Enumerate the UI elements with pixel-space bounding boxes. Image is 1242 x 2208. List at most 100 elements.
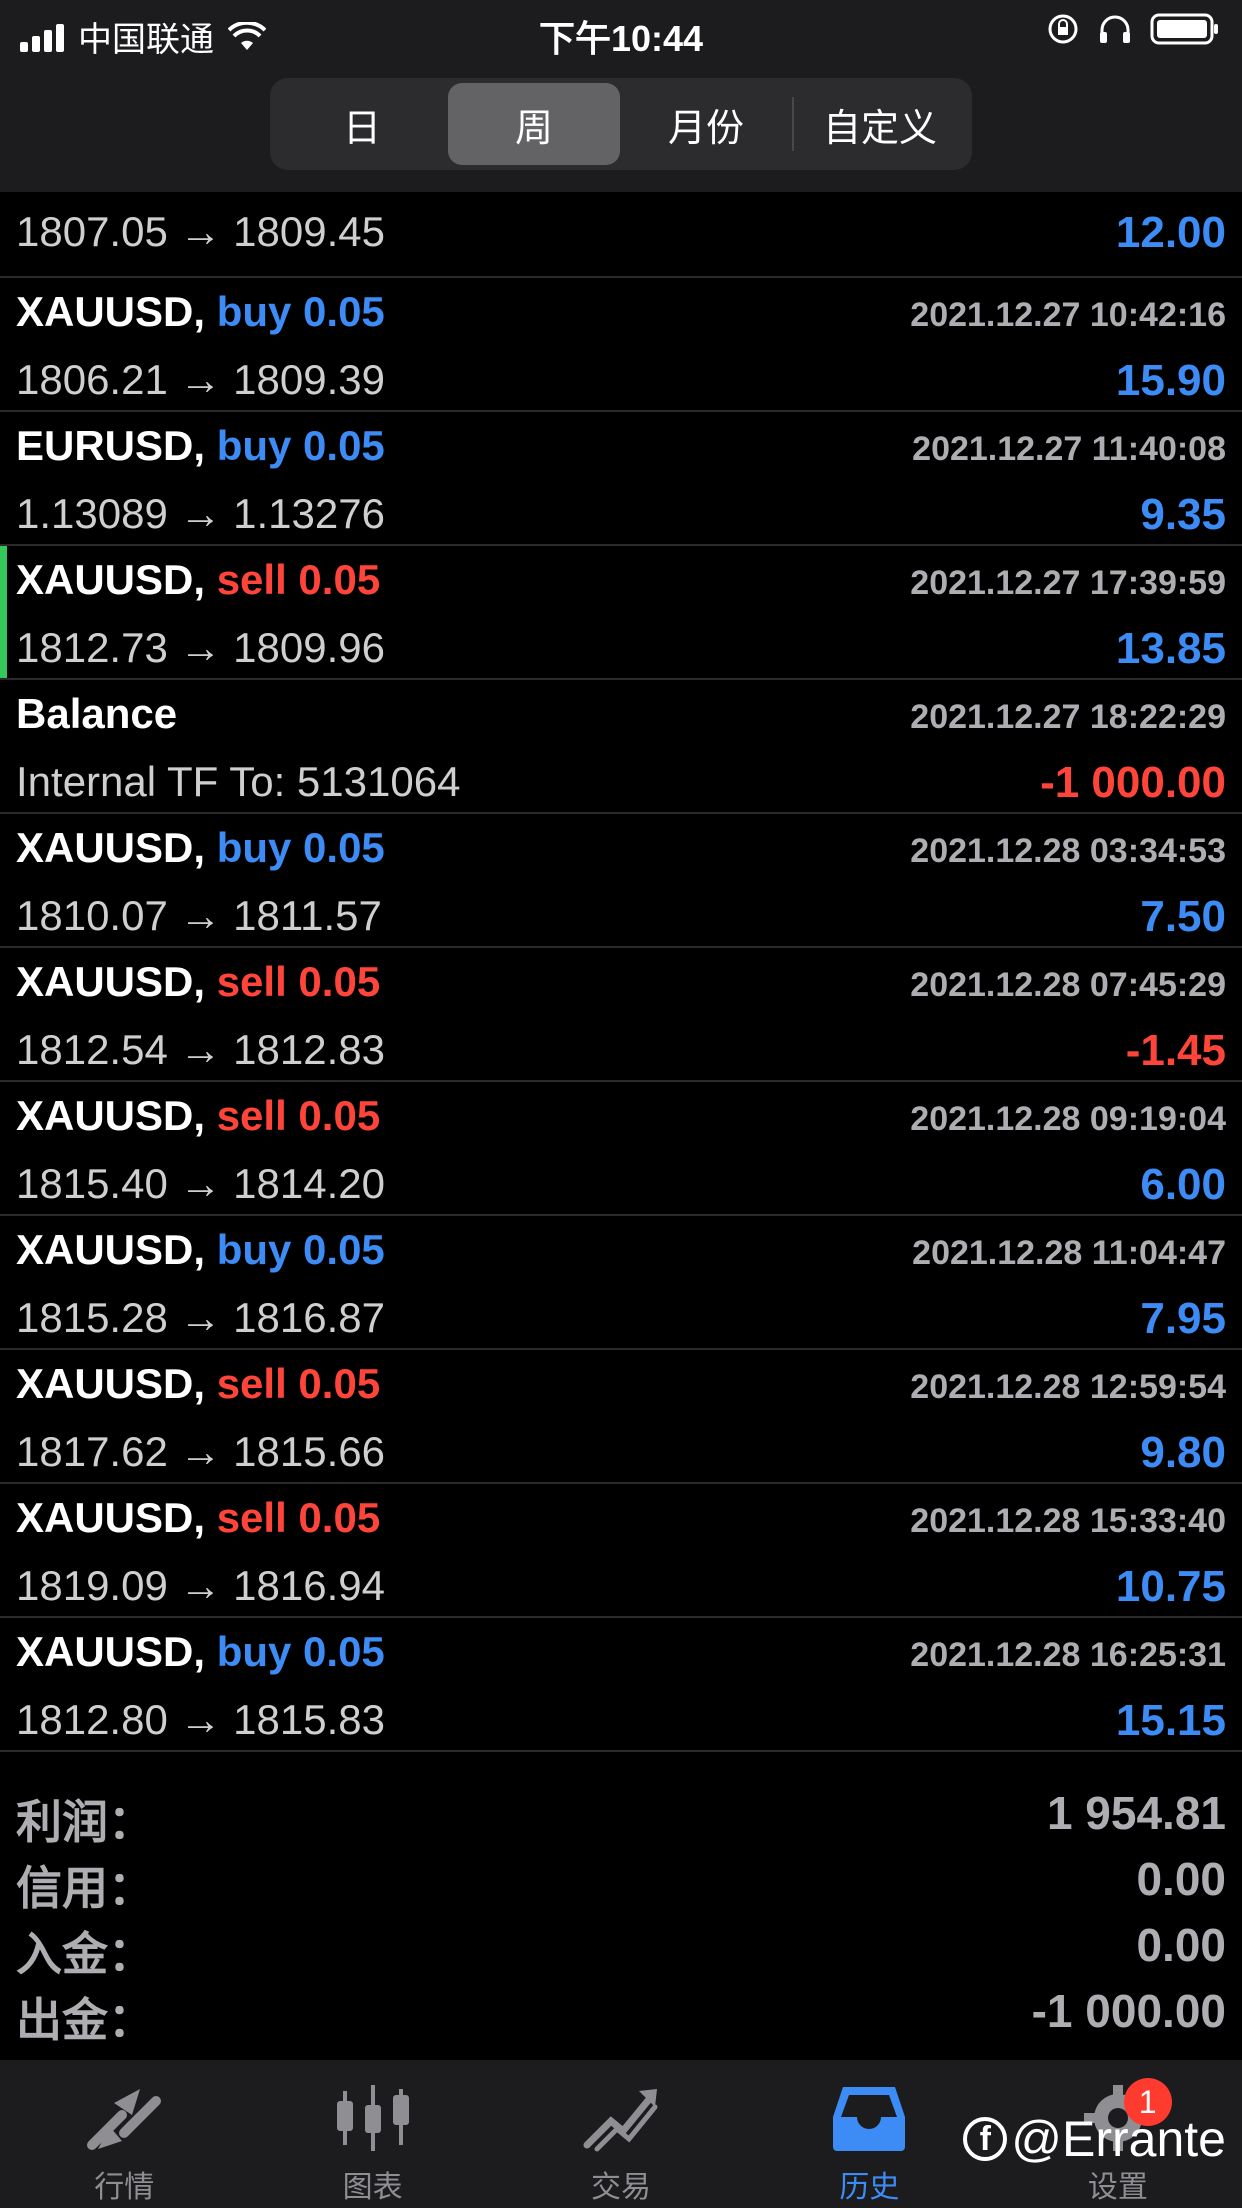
history-header: 日 周 月份 自定义	[0, 62, 1242, 192]
balance-row[interactable]: Balance 2021.12.27 18:22:29 Internal TF …	[0, 680, 1242, 814]
deal-profit: 9.35	[1140, 490, 1226, 539]
quotes-icon	[79, 2078, 169, 2158]
segment-month[interactable]: 月份	[620, 83, 792, 165]
deal-prices: 1810.07 → 1811.57	[16, 892, 382, 939]
deal-time: 2021.12.28 03:34:53	[910, 832, 1226, 870]
tab-label: 交易	[591, 2171, 652, 2204]
candlestick-chart-icon	[328, 2078, 418, 2158]
deal-symbol: XAUUSD,	[16, 1494, 206, 1541]
deal-side-volume: sell 0.05	[216, 1092, 381, 1139]
deal-profit: 7.50	[1140, 892, 1226, 941]
tab-charts[interactable]: 图表	[248, 2060, 496, 2208]
trade-icon	[576, 2078, 666, 2158]
watermark-text: @Errante	[1011, 2111, 1226, 2167]
deal-time: 2021.12.28 09:19:04	[910, 1100, 1226, 1138]
summary-withdrawal: 出金： -1 000.00	[0, 1978, 1242, 2046]
battery-icon	[1150, 13, 1218, 45]
deal-prices: 1812.73 → 1809.96	[16, 624, 385, 671]
summary-profit: 利润： 1 954.81	[0, 1780, 1242, 1848]
deal-symbol: XAUUSD,	[16, 288, 206, 335]
deal-row[interactable]: 1807.05 → 1809.45 12.00	[0, 192, 1242, 278]
deal-side-volume: buy 0.05	[216, 1628, 385, 1675]
deal-symbol: XAUUSD,	[16, 556, 206, 603]
deal-time: 2021.12.27 11:40:08	[912, 430, 1226, 468]
deal-profit: 13.85	[1115, 624, 1226, 673]
tab-history[interactable]: 历史	[745, 2060, 993, 2208]
deal-row[interactable]: XAUUSD, buy 0.05 2021.12.28 03:34:53 181…	[0, 814, 1242, 948]
deal-time: 2021.12.28 15:33:40	[910, 1502, 1226, 1540]
deal-symbol: XAUUSD,	[16, 958, 206, 1005]
deal-symbol: XAUUSD,	[16, 1360, 206, 1407]
deal-prices: 1807.05 → 1809.45	[16, 208, 385, 255]
deal-side-volume: buy 0.05	[216, 422, 385, 469]
segment-day[interactable]: 日	[276, 83, 448, 165]
deal-side-volume: sell 0.05	[216, 958, 381, 1005]
segment-custom[interactable]: 自定义	[794, 83, 966, 165]
tab-trade[interactable]: 交易	[497, 2060, 745, 2208]
deal-symbol: EURUSD,	[16, 422, 206, 469]
summary-label: 出金：	[16, 1994, 154, 2046]
deal-side-volume: buy 0.05	[216, 1226, 385, 1273]
deal-row[interactable]: XAUUSD, sell 0.05 2021.12.28 07:45:29 18…	[0, 948, 1242, 1082]
deal-row[interactable]: XAUUSD, sell 0.05 2021.12.28 09:19:04 18…	[0, 1082, 1242, 1216]
tab-label: 行情	[94, 2171, 155, 2204]
tab-label: 历史	[839, 2171, 900, 2204]
tab-label: 设置	[1087, 2171, 1148, 2204]
summary-value: -1 000.00	[1031, 1985, 1226, 2037]
tab-label: 图表	[342, 2171, 403, 2204]
deal-symbol: XAUUSD,	[16, 1226, 206, 1273]
deal-row[interactable]: XAUUSD, sell 0.05 2021.12.27 17:39:59 18…	[0, 546, 1242, 680]
deal-time: 2021.12.28 07:45:29	[910, 966, 1226, 1004]
deal-symbol: XAUUSD,	[16, 1092, 206, 1139]
deal-time: 2021.12.27 10:42:16	[910, 296, 1226, 334]
watermark: f @Errante	[963, 2110, 1226, 2168]
headphones-icon	[1100, 15, 1130, 43]
deal-prices: 1815.40 → 1814.20	[16, 1160, 385, 1207]
deal-time: 2021.12.27 17:39:59	[910, 564, 1226, 602]
summary-label: 利润：	[16, 1796, 154, 1848]
deal-prices: 1815.28 → 1816.87	[16, 1294, 385, 1341]
deal-prices: 1806.21 → 1809.39	[16, 356, 385, 403]
segment-week[interactable]: 周	[448, 83, 620, 165]
deal-symbol: XAUUSD,	[16, 824, 206, 871]
summary-value: 1 954.81	[1046, 1787, 1226, 1839]
deal-profit: 9.80	[1140, 1428, 1226, 1477]
deal-row[interactable]: XAUUSD, sell 0.05 2021.12.28 15:33:40 18…	[0, 1484, 1242, 1618]
deal-row[interactable]: XAUUSD, buy 0.05 2021.12.28 16:25:31 181…	[0, 1618, 1242, 1752]
deal-row[interactable]: XAUUSD, buy 0.05 2021.12.27 10:42:16 180…	[0, 278, 1242, 412]
tab-quotes[interactable]: 行情	[0, 2060, 248, 2208]
status-bar: 中国联通 下午10:44	[0, 0, 1242, 62]
deal-profit: 6.00	[1140, 1160, 1226, 1209]
history-summary: 利润： 1 954.81 信用： 0.00 入金： 0.00 出金： -1 00…	[0, 1780, 1242, 2060]
deal-profit: 7.95	[1140, 1294, 1226, 1343]
facebook-icon: f	[963, 2117, 1008, 2161]
deal-prices: 1817.62 → 1815.66	[16, 1428, 385, 1475]
deal-row[interactable]: EURUSD, buy 0.05 2021.12.27 11:40:08 1.1…	[0, 412, 1242, 546]
deal-side-volume: sell 0.05	[216, 1360, 381, 1407]
summary-label: 入金：	[16, 1928, 154, 1980]
summary-deposit: 入金： 0.00	[0, 1912, 1242, 1980]
deal-prices: 1819.09 → 1816.94	[16, 1562, 385, 1609]
deal-symbol: Balance	[16, 690, 178, 737]
deal-symbol: XAUUSD,	[16, 1628, 206, 1675]
summary-value: 0.00	[1136, 1853, 1226, 1905]
deal-prices: 1812.80 → 1815.83	[16, 1696, 385, 1743]
deals-list: 1807.05 → 1809.45 12.00 XAUUSD, buy 0.05…	[0, 192, 1242, 1752]
deal-time: 2021.12.27 18:22:29	[910, 698, 1226, 736]
deal-profit: 12.00	[1115, 208, 1226, 257]
period-segmented-control: 日 周 月份 自定义	[270, 78, 972, 170]
deal-side-volume: sell 0.05	[216, 1494, 381, 1541]
summary-label: 信用：	[16, 1862, 154, 1914]
deal-side-volume: buy 0.05	[216, 288, 385, 335]
summary-credit: 信用： 0.00	[0, 1846, 1242, 1914]
deal-prices: 1812.54 → 1812.83	[16, 1026, 385, 1073]
summary-value: 0.00	[1136, 1919, 1226, 1971]
rotation-lock-icon	[1048, 14, 1078, 44]
deal-profit: -1 000.00	[1040, 758, 1226, 807]
deal-profit: -1.45	[1125, 1026, 1226, 1075]
deal-time: 2021.12.28 11:04:47	[912, 1234, 1226, 1272]
deal-profit: 15.15	[1115, 1696, 1226, 1745]
deal-row[interactable]: XAUUSD, sell 0.05 2021.12.28 12:59:54 18…	[0, 1350, 1242, 1484]
deal-side-volume: sell 0.05	[216, 556, 381, 603]
deal-row[interactable]: XAUUSD, buy 0.05 2021.12.28 11:04:47 181…	[0, 1216, 1242, 1350]
